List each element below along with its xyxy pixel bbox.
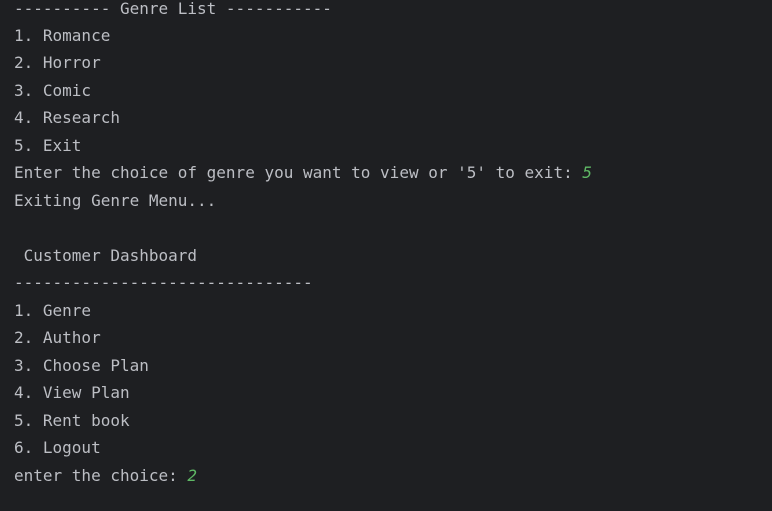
dashboard-item-genre: 1. Genre	[14, 301, 92, 320]
dashboard-item-view-plan: 4. View Plan	[14, 383, 130, 402]
genre-prompt-line: Enter the choice of genre you want to vi…	[14, 161, 592, 185]
genre-item-romance: 1. Romance	[14, 26, 111, 45]
choice-prompt: enter the choice:	[14, 466, 188, 485]
genre-prompt: Enter the choice of genre you want to vi…	[14, 163, 583, 182]
dashboard-title: Customer Dashboard	[14, 246, 198, 265]
choice-user-input: 2	[187, 466, 198, 485]
dashboard-item-author: 2. Author	[14, 328, 101, 347]
genre-item-exit: 5. Exit	[14, 136, 82, 155]
exit-message: Exiting Genre Menu...	[14, 191, 217, 210]
genre-item-horror: 2. Horror	[14, 53, 101, 72]
genre-item-research: 4. Research	[14, 108, 120, 127]
dashboard-divider: -------------------------------	[14, 273, 313, 292]
console-output[interactable]: ---------- Genre List ----------- 1. Rom…	[0, 0, 772, 511]
genre-user-input: 5	[582, 163, 592, 182]
dashboard-item-rent-book: 5. Rent book	[14, 411, 130, 430]
dashboard-item-logout: 6. Logout	[14, 438, 101, 457]
choice-prompt-line: enter the choice: 2	[14, 464, 197, 488]
dashboard-item-choose-plan: 3. Choose Plan	[14, 356, 149, 375]
genre-list-header: ---------- Genre List -----------	[14, 0, 332, 18]
genre-item-comic: 3. Comic	[14, 81, 92, 100]
